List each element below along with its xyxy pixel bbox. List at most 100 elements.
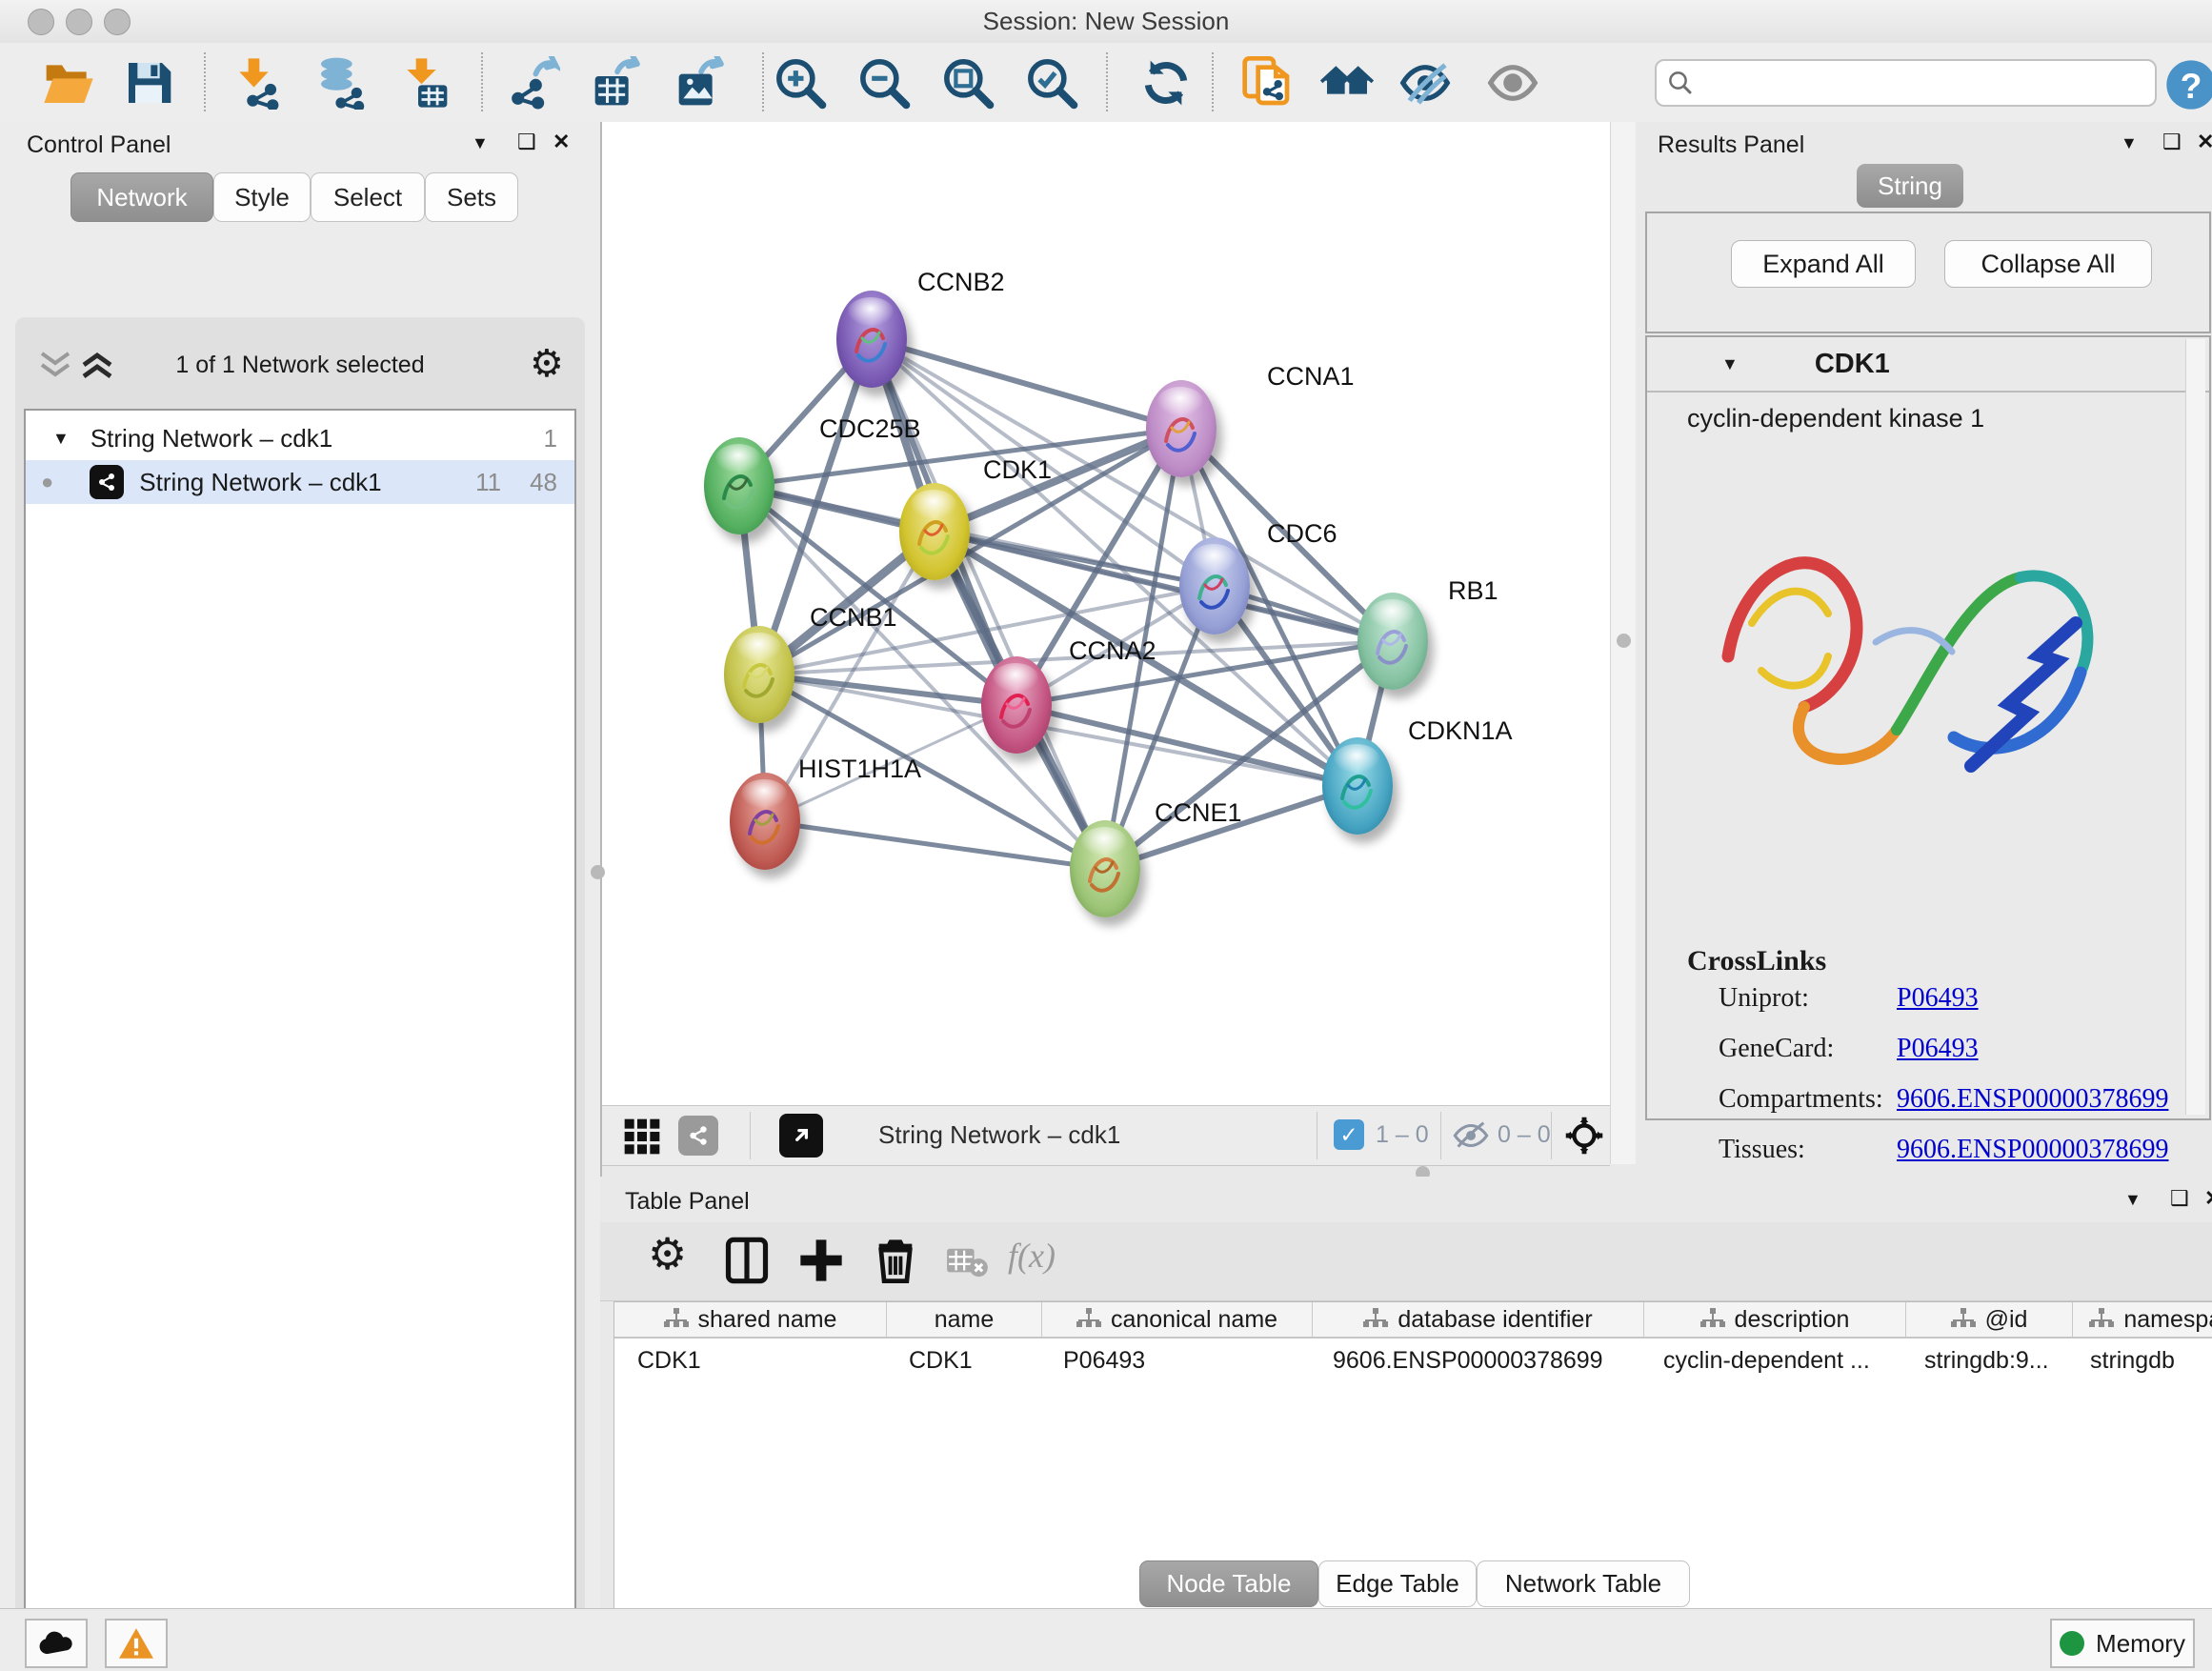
footer-separator <box>1440 1112 1441 1159</box>
network-node-rb1[interactable] <box>1357 593 1428 690</box>
panel-float-icon[interactable]: ❑ <box>2170 1186 2189 1211</box>
open-birds-eye-icon[interactable] <box>779 1114 823 1158</box>
panel-close-icon[interactable]: ✕ <box>2204 1186 2212 1211</box>
collection-expander-icon[interactable]: ▼ <box>52 429 70 449</box>
tab-network[interactable]: Network <box>70 172 213 222</box>
tab-string[interactable]: String <box>1857 164 1963 208</box>
panel-float-icon[interactable]: ❑ <box>2162 130 2182 154</box>
network-node-ccne1[interactable] <box>1070 820 1140 917</box>
export-network-icon[interactable] <box>507 56 560 110</box>
crosslink-link[interactable]: 9606.ENSP00000378699 <box>1897 1084 2168 1115</box>
search-box[interactable] <box>1655 59 2157 107</box>
network-node-ccnb2[interactable] <box>836 291 907 388</box>
import-network-icon[interactable] <box>231 56 284 110</box>
gene-description: cyclin-dependent kinase 1 <box>1687 404 1984 433</box>
panel-close-icon[interactable]: ✕ <box>553 130 570 154</box>
show-columns-icon[interactable] <box>722 1236 772 1285</box>
table-cell[interactable]: cyclin-dependent ... <box>1640 1347 1901 1375</box>
tab-edge-table[interactable]: Edge Table <box>1318 1560 1477 1607</box>
network-view-toolbar: String Network – cdk1 ✓ 1 – 0 0 – 0 <box>602 1105 1610 1166</box>
network-node-ccna1[interactable] <box>1146 380 1217 477</box>
network-edge[interactable] <box>765 821 1105 869</box>
table-cell[interactable]: 9606.ENSP00000378699 <box>1310 1347 1640 1375</box>
graphics-details-eye-icon[interactable] <box>1486 56 1539 110</box>
zoom-out-icon[interactable] <box>857 56 911 110</box>
refresh-icon[interactable] <box>1139 56 1193 110</box>
export-image-icon[interactable] <box>674 56 728 110</box>
zoom-fit-icon[interactable] <box>941 56 995 110</box>
table-options-gear-icon[interactable]: ⚙ <box>648 1228 687 1279</box>
tab-network-table[interactable]: Network Table <box>1477 1560 1690 1607</box>
table-cell[interactable]: stringdb:9... <box>1901 1347 2067 1375</box>
gene-expander-icon[interactable]: ▼ <box>1721 354 1739 374</box>
network-edge[interactable] <box>759 674 1016 705</box>
hide-selected-eye-icon[interactable] <box>1398 56 1452 110</box>
hidden-eye-slash-icon[interactable] <box>1452 1119 1490 1152</box>
table-toolbar: ⚙ f(x) <box>600 1222 2212 1301</box>
column-header-namespace[interactable]: namespace <box>2073 1302 2212 1337</box>
results-scrollbar[interactable] <box>2185 339 2205 1115</box>
expand-all-button[interactable]: Expand All <box>1731 240 1916 288</box>
column-header-description[interactable]: description <box>1644 1302 1906 1337</box>
network-node-cdk1[interactable] <box>899 483 970 580</box>
splitter-handle[interactable] <box>1617 634 1631 648</box>
network-node-cdc25b[interactable] <box>704 437 774 534</box>
import-network-database-icon[interactable] <box>314 56 368 110</box>
panel-menu-icon[interactable]: ▼ <box>472 133 489 153</box>
panel-close-icon[interactable]: ✕ <box>2197 130 2212 154</box>
tab-node-table[interactable]: Node Table <box>1139 1560 1318 1607</box>
network-node-ccna2[interactable] <box>981 656 1052 754</box>
table-row[interactable]: CDK1CDK1P064939606.ENSP00000378699cyclin… <box>614 1339 2212 1382</box>
network-node-ccnb1[interactable] <box>724 626 794 723</box>
column-header-canonical-name[interactable]: canonical name <box>1042 1302 1313 1337</box>
gene-entry-header[interactable]: ▼ CDK1 <box>1647 337 2209 393</box>
tab-style[interactable]: Style <box>213 172 311 222</box>
new-network-from-selection-icon[interactable] <box>1240 56 1294 110</box>
export-table-icon[interactable] <box>591 56 644 110</box>
zoom-selected-icon[interactable] <box>1025 56 1078 110</box>
splitter-handle[interactable] <box>591 865 605 879</box>
delete-table-icon[interactable] <box>945 1243 989 1279</box>
column-header--id[interactable]: @id <box>1906 1302 2073 1337</box>
network-row[interactable]: ● String Network – cdk1 11 48 <box>26 460 574 504</box>
panel-menu-icon[interactable]: ▼ <box>2124 1190 2142 1210</box>
warnings-button[interactable] <box>105 1619 168 1668</box>
tab-sets[interactable]: Sets <box>425 172 518 222</box>
save-session-icon[interactable] <box>122 56 175 110</box>
tab-select[interactable]: Select <box>311 172 425 222</box>
network-node-cdc6[interactable] <box>1179 537 1250 634</box>
table-cell[interactable]: stringdb <box>2067 1347 2212 1375</box>
help-icon[interactable]: ? <box>2164 58 2212 111</box>
column-header-shared-name[interactable]: shared name <box>614 1302 887 1337</box>
crosslink-link[interactable]: P06493 <box>1897 1034 1979 1064</box>
table-cell[interactable]: CDK1 <box>886 1347 1040 1375</box>
panel-menu-icon[interactable]: ▼ <box>2121 133 2138 153</box>
collapse-all-button[interactable]: Collapse All <box>1944 240 2152 288</box>
add-column-icon[interactable] <box>796 1236 846 1285</box>
network-canvas[interactable]: CCNB2CCNA1CDC25BCDK1CDC6RB1CCNB1CCNA2CDK… <box>602 122 1610 1105</box>
network-options-gear-icon[interactable]: ⚙ <box>530 342 564 386</box>
import-table-icon[interactable] <box>398 56 452 110</box>
delete-column-icon[interactable] <box>871 1236 920 1285</box>
zoom-in-icon[interactable] <box>774 56 827 110</box>
network-node-hist1h1a[interactable] <box>730 773 800 870</box>
network-share-icon[interactable] <box>678 1116 718 1156</box>
crosslink-link[interactable]: 9606.ENSP00000378699 <box>1897 1135 2168 1165</box>
column-header-name[interactable]: name <box>887 1302 1042 1337</box>
table-cell[interactable]: CDK1 <box>614 1347 886 1375</box>
crosslink-link[interactable]: P06493 <box>1897 983 1979 1014</box>
grid-view-icon[interactable] <box>623 1117 661 1156</box>
search-input[interactable] <box>1695 69 2118 98</box>
pan-crosshair-icon[interactable] <box>1564 1116 1604 1156</box>
network-collection-row[interactable]: ▼ String Network – cdk1 1 <box>26 416 574 460</box>
selected-checkbox-icon[interactable]: ✓ <box>1334 1119 1364 1150</box>
cloud-status-button[interactable] <box>25 1619 88 1668</box>
memory-button[interactable]: Memory <box>2050 1619 2195 1668</box>
function-builder-icon[interactable]: f(x) <box>1008 1236 1056 1276</box>
table-cell[interactable]: P06493 <box>1040 1347 1310 1375</box>
open-session-icon[interactable] <box>42 56 95 110</box>
apply-layout-houses-icon[interactable] <box>1320 56 1374 110</box>
network-node-cdkn1a[interactable] <box>1322 737 1393 835</box>
panel-float-icon[interactable]: ❑ <box>517 130 536 154</box>
column-header-database-identifier[interactable]: database identifier <box>1313 1302 1644 1337</box>
